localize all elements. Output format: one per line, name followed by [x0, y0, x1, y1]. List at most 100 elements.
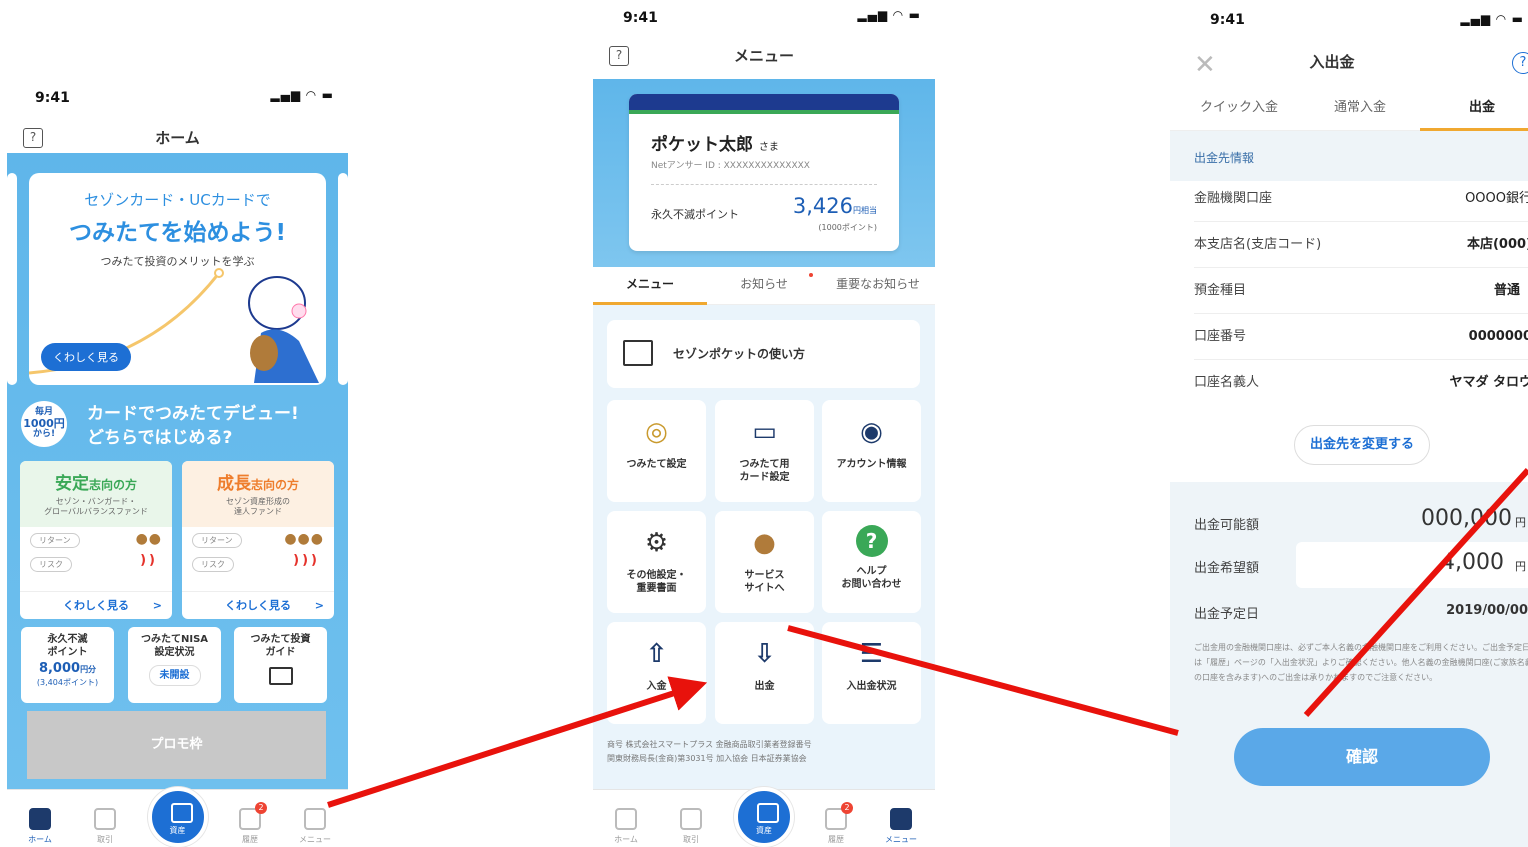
menu-item-help[interactable]: ? ヘルプ お問い合わせ	[822, 511, 921, 613]
row-label: 口座名義人	[1194, 375, 1260, 390]
withdraw-icon: ⇩	[753, 639, 776, 669]
hero-more-button[interactable]: くわしく見る	[41, 343, 131, 371]
tab-home[interactable]: ホーム	[601, 808, 651, 845]
user-icon: ◉	[860, 417, 883, 447]
menu-item-deposit[interactable]: ⇧ 入金	[607, 622, 706, 724]
change-destination-button[interactable]: 出金先を変更する	[1294, 425, 1430, 465]
tab-menu[interactable]: メニュー	[876, 808, 926, 845]
info-row: 本支店名(支店コード) 本店(000)	[1194, 222, 1528, 268]
menu-item-tsumitate-settings[interactable]: ◎ つみたて設定	[607, 400, 706, 502]
available-value: 000,000	[1421, 506, 1512, 531]
points-label: 永久不滅ポイント	[651, 208, 739, 221]
promo-banner[interactable]: プロモ枠	[27, 711, 326, 779]
fund-growth-suffix: 志向の方	[250, 478, 299, 492]
row-value: 0000000	[1468, 329, 1528, 344]
tab-trade-label: 取引	[683, 835, 699, 844]
feedback-icon[interactable]: ?	[609, 46, 629, 66]
menu-item-label: 入出金状況	[846, 681, 897, 692]
tab-assets[interactable]: 資産	[147, 787, 208, 847]
fund-card-growth[interactable]: 成長志向の方 セゾン資産形成の 達人ファンド リターン ●●● リスク))) くわ…	[182, 461, 334, 619]
menu-item-label: アカウント情報	[836, 459, 907, 470]
menu-item-account[interactable]: ◉ アカウント情報	[822, 400, 921, 502]
tab-assets[interactable]: 資産	[734, 787, 794, 847]
row-value: OOOO銀行	[1465, 191, 1528, 206]
nisa-tile[interactable]: つみたてNISA 設定状況 未開設	[128, 627, 221, 703]
available-label: 出金可能額	[1194, 518, 1260, 533]
points-tile[interactable]: 永久不滅 ポイント 8,000円分 (3,404ポイント)	[21, 627, 114, 703]
pepper-icon: ))	[140, 553, 158, 568]
book-icon	[268, 667, 293, 685]
row-label: 預金種目	[1194, 283, 1247, 298]
unread-dot	[809, 273, 813, 277]
tab-assets-label: 資産	[756, 826, 772, 835]
tab-withdraw[interactable]: 出金	[1420, 86, 1528, 131]
acorn-icon: ●	[753, 528, 776, 558]
acorn-icon: ●●	[135, 531, 162, 547]
home-screen: 9:41 ▂▄▆ ◠ ▬ ? ホーム セゾンカード・UCカードで つみたてを始め…	[7, 80, 348, 847]
coins-icon: ◎	[645, 417, 668, 447]
tab-important-news[interactable]: 重要なお知らせ	[821, 267, 935, 305]
hero-banner[interactable]: セゾンカード・UCカードで つみたてを始めよう! つみたて投資のメリットを学ぶ …	[29, 173, 326, 385]
fund-growth-sub2: 達人ファンド	[234, 507, 282, 516]
signal-wifi-battery-icon: ▂▄▆ ◠ ▬	[270, 88, 334, 102]
tab-menu[interactable]: メニュー	[593, 267, 707, 305]
tab-history[interactable]: 2 履歴	[811, 802, 861, 845]
chevron-right-icon: >	[314, 599, 324, 612]
return-label: リターン	[192, 533, 242, 548]
menu-item-transfer-status[interactable]: ☰ 入出金状況	[822, 622, 921, 724]
menu-item-withdraw[interactable]: ⇩ 出金	[715, 622, 814, 724]
nisa-status-badge: 未開設	[148, 665, 201, 686]
info-row: 口座名義人 ヤマダ タロウ	[1194, 360, 1528, 406]
menu-item-label: 出金	[754, 681, 775, 692]
help-icon[interactable]: ?	[1512, 52, 1528, 74]
monthly-badge: 毎月 1000円 から!	[21, 401, 67, 447]
tab-history[interactable]: 2 履歴	[225, 802, 275, 845]
pepper-icon: )))	[293, 553, 320, 568]
help-icon: ?	[855, 525, 888, 557]
page-title: ? メニュー	[593, 38, 935, 74]
fund-growth-sub1: セゾン資産形成の	[226, 497, 290, 506]
points-label1: 永久不滅	[47, 634, 88, 645]
carousel-prev-card[interactable]	[7, 173, 17, 385]
menu-grid: セゾンポケットの使い方 ◎ つみたて設定 ▭ つみたて用 カード設定 ◉ アカウント情報…	[593, 305, 935, 797]
howto-button[interactable]: セゾンポケットの使い方	[607, 320, 920, 388]
tab-history-label: 履歴	[242, 835, 258, 844]
fund-growth-title: 成長	[216, 474, 251, 494]
tab-news[interactable]: お知らせ	[707, 267, 821, 305]
menu-item-label2: カード設定	[739, 472, 790, 483]
date-label: 出金予定日	[1194, 607, 1260, 622]
tab-quick-deposit[interactable]: クイック入金	[1190, 86, 1288, 131]
menu-item-label: つみたて用	[739, 459, 790, 470]
page-title: ? ホーム	[7, 120, 348, 156]
menu-item-service-site[interactable]: ● サービス サイトへ	[715, 511, 814, 613]
points-unit: 円相当	[853, 206, 877, 215]
carousel-next-card[interactable]	[338, 173, 348, 385]
menu-item-other-settings[interactable]: ⚙ その他設定・ 重要書面	[607, 511, 706, 613]
request-unit: 円	[1515, 560, 1526, 573]
date-value: 2019/00/00	[1446, 603, 1528, 618]
chevron-right-icon: >	[152, 599, 162, 612]
fund-card-stable[interactable]: 安定志向の方 セゾン・バンガード・ グローバルバランスファンド リターン ●● リ…	[20, 461, 172, 619]
fund-stable-more-link[interactable]: くわしく見る >	[20, 591, 172, 619]
row-value: 本店(000)	[1466, 237, 1528, 252]
tab-home[interactable]: ホーム	[15, 808, 65, 845]
grid-icon	[890, 808, 912, 830]
fund-growth-more-link[interactable]: くわしく見る >	[182, 591, 334, 619]
menu-item-card-settings[interactable]: ▭ つみたて用 カード設定	[715, 400, 814, 502]
tab-trade[interactable]: 取引	[80, 808, 130, 845]
hero-line2: つみたてを始めよう!	[68, 220, 287, 246]
feedback-icon[interactable]: ?	[23, 128, 43, 148]
tab-normal-deposit[interactable]: 通常入金	[1318, 86, 1402, 131]
tab-menu[interactable]: メニュー	[290, 808, 340, 845]
home-icon	[29, 808, 51, 830]
member-id: Netアンサー ID : XXXXXXXXXXXXXX	[651, 161, 810, 171]
debut-section: 毎月 1000円 から! カードでつみたてデビュー! どちらではじめる?	[21, 398, 341, 450]
status-bar: 9:41 ▂▄▆ ◠ ▬	[1170, 0, 1528, 30]
guide-tile[interactable]: つみたて投資 ガイド	[234, 627, 327, 703]
confirm-button[interactable]: 確認	[1234, 728, 1490, 786]
trade-icon	[680, 808, 702, 830]
tab-trade[interactable]: 取引	[666, 808, 716, 845]
row-label: 口座番号	[1194, 329, 1247, 344]
fund-stable-sub1: セゾン・バンガード・	[55, 497, 137, 506]
info-row: 預金種目 普通	[1194, 268, 1528, 314]
